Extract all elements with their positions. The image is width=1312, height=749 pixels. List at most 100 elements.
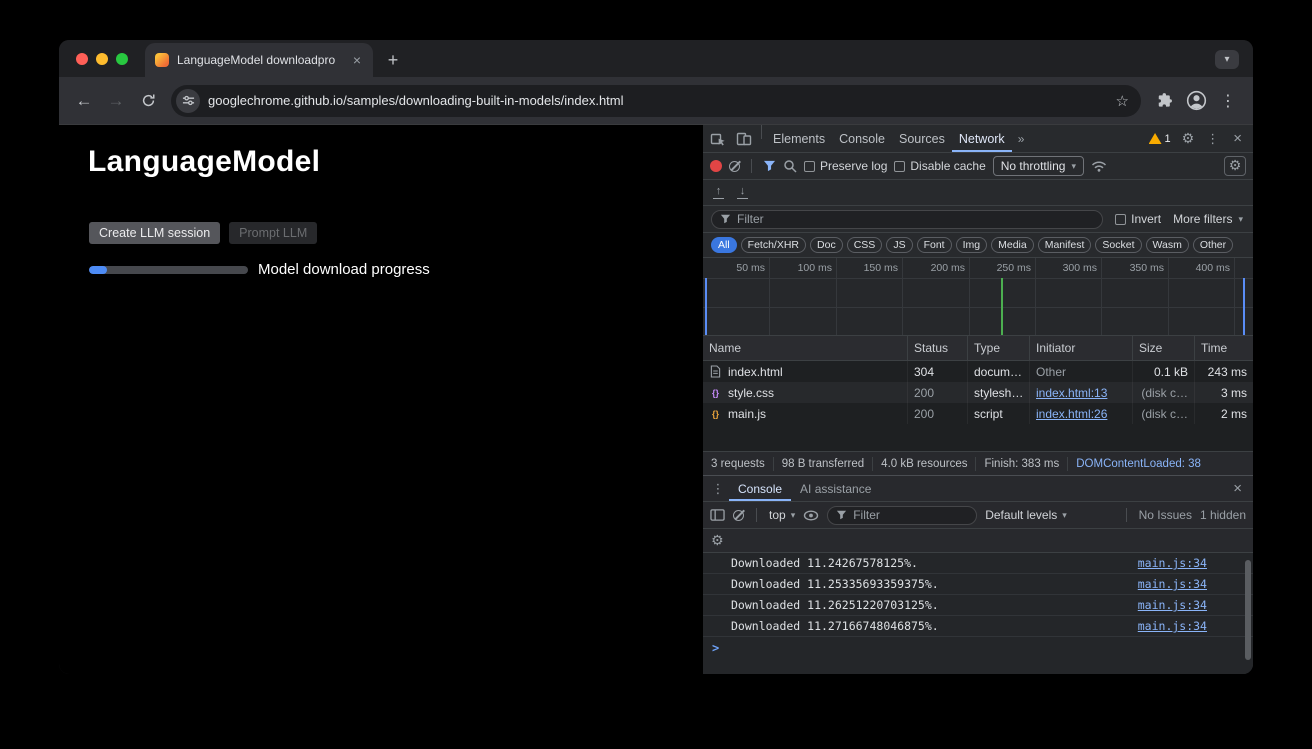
no-issues-label[interactable]: No Issues [1139,508,1192,522]
network-overview-timeline[interactable]: 50 ms 100 ms 150 ms 200 ms 250 ms 300 ms… [703,258,1253,336]
import-har-button[interactable]: ↑ [713,186,724,199]
inspect-cursor-icon [710,131,726,147]
preserve-log-checkbox[interactable]: Preserve log [804,159,887,173]
console-sidebar-icon[interactable] [710,508,725,522]
address-bar[interactable]: googlechrome.github.io/samples/downloadi… [171,85,1141,117]
document-icon [709,365,722,378]
filter-funnel-icon[interactable] [763,160,776,172]
minimize-window-button[interactable] [96,53,108,65]
column-type[interactable]: Type [968,336,1030,360]
drawer-close-button[interactable]: × [1226,476,1249,501]
chip-css[interactable]: CSS [847,237,883,253]
initiator-link[interactable]: index.html:13 [1036,386,1107,400]
browser-tab[interactable]: LanguageModel downloadpro × [145,43,373,77]
column-time[interactable]: Time [1195,336,1253,360]
chip-fetch-xhr[interactable]: Fetch/XHR [741,237,806,253]
chip-socket[interactable]: Socket [1095,237,1141,253]
warnings-button[interactable]: 1 [1145,133,1175,145]
console-filter-input[interactable]: Filter [827,506,977,525]
chip-js[interactable]: JS [886,237,912,253]
reload-button[interactable] [133,86,163,116]
invert-label: Invert [1131,212,1161,226]
more-filters-button[interactable]: More filters ▾ [1173,212,1245,226]
url-text[interactable]: googlechrome.github.io/samples/downloadi… [208,93,1106,108]
table-row[interactable]: {} main.js 200 script index.html:26 (dis… [703,403,1253,424]
page-title: LanguageModel [88,145,320,179]
summary-finish: Finish: 383 ms [976,457,1068,471]
profile-button[interactable] [1181,86,1211,116]
console-message: Downloaded 11.27166748046875%. main.js:3… [703,616,1253,637]
column-initiator[interactable]: Initiator [1030,336,1133,360]
message-source-link[interactable]: main.js:34 [1138,556,1207,570]
chip-manifest[interactable]: Manifest [1038,237,1092,253]
tab-favicon-icon [155,53,169,67]
network-filter-input[interactable]: Filter [711,210,1103,229]
message-source-link[interactable]: main.js:34 [1138,598,1207,612]
context-selector[interactable]: top ▾ [769,508,795,522]
tab-search-button[interactable]: ▾ [1215,50,1239,69]
close-window-button[interactable] [76,53,88,65]
message-source-link[interactable]: main.js:34 [1138,577,1207,591]
message-source-link[interactable]: main.js:34 [1138,619,1207,633]
devtools-menu-button[interactable]: ⋮ [1201,131,1224,147]
reload-icon [141,93,156,108]
site-info-button[interactable] [176,89,200,113]
more-panels-button[interactable]: » [1012,125,1031,152]
chip-other[interactable]: Other [1193,237,1233,253]
table-row[interactable]: {} style.css 200 stylesh… index.html:13 … [703,382,1253,403]
bookmark-star-icon[interactable]: ☆ [1114,92,1131,110]
console-prompt[interactable]: > [703,637,1253,659]
chip-media[interactable]: Media [991,237,1034,253]
network-settings-button[interactable]: ⚙ [1224,156,1246,176]
inspect-element-button[interactable] [705,125,731,152]
network-conditions-icon[interactable] [1091,160,1107,172]
throttling-select[interactable]: No throttling ▾ [993,156,1084,176]
chip-doc[interactable]: Doc [810,237,843,253]
clear-network-log-button[interactable] [729,161,740,172]
hidden-messages-label[interactable]: 1 hidden [1200,508,1246,522]
tab-console[interactable]: Console [832,125,892,152]
drawer-tab-ai-assistance[interactable]: AI assistance [791,476,880,501]
column-status[interactable]: Status [908,336,968,360]
chip-all[interactable]: All [711,237,737,253]
disable-cache-checkbox[interactable]: Disable cache [894,159,985,173]
export-har-button[interactable]: ↓ [737,186,748,199]
new-tab-button[interactable]: + [379,46,407,74]
progress-label: Model download progress [258,261,430,278]
record-network-log-button[interactable] [710,160,722,172]
device-toolbar-button[interactable] [731,125,757,152]
chip-wasm[interactable]: Wasm [1146,237,1189,253]
chip-font[interactable]: Font [917,237,952,253]
console-settings-button[interactable]: ⚙ [711,534,724,548]
browser-menu-button[interactable]: ⋮ [1213,86,1243,116]
request-size: 0.1 kB [1133,361,1195,382]
chip-img[interactable]: Img [956,237,988,253]
clear-console-button[interactable] [733,510,744,521]
zoom-window-button[interactable] [116,53,128,65]
tab-elements[interactable]: Elements [766,125,832,152]
invert-checkbox[interactable]: Invert [1115,212,1161,226]
log-levels-select[interactable]: Default levels ▾ [985,508,1067,522]
tab-close-icon[interactable]: × [351,53,363,67]
column-name[interactable]: Name [703,336,908,360]
tab-sources[interactable]: Sources [892,125,952,152]
devtools-settings-button[interactable]: ⚙ [1177,132,1200,146]
table-row[interactable]: index.html 304 docum… Other 0.1 kB 243 m… [703,361,1253,382]
drawer-menu-button[interactable]: ⋮ [707,476,729,501]
request-time: 3 ms [1195,382,1253,403]
extensions-button[interactable] [1149,86,1179,116]
tab-network[interactable]: Network [952,125,1012,152]
back-button[interactable]: ← [69,86,99,116]
initiator-link[interactable]: index.html:26 [1036,407,1107,421]
live-expression-eye-icon[interactable] [803,509,819,522]
drawer-tab-console[interactable]: Console [729,476,791,501]
forward-button[interactable]: → [101,86,131,116]
column-size[interactable]: Size [1133,336,1195,360]
scrollbar-thumb[interactable] [1245,560,1251,660]
console-message: Downloaded 11.25335693359375%. main.js:3… [703,574,1253,595]
gridline [836,258,837,335]
create-llm-session-button[interactable]: Create LLM session [89,222,220,244]
devtools-close-button[interactable]: × [1226,130,1249,147]
search-icon[interactable] [783,159,797,173]
request-initiator-cell: index.html:13 [1030,382,1133,403]
